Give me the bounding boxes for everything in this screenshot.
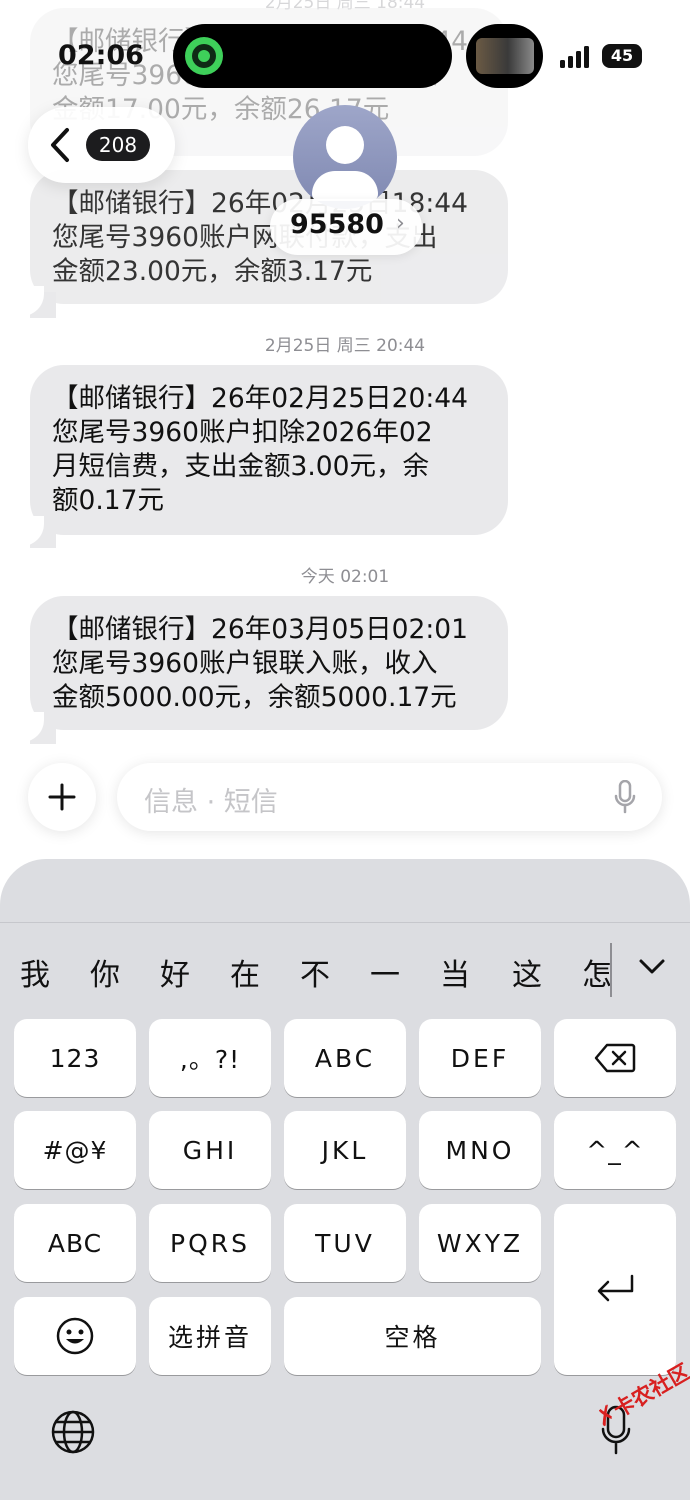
key-pqrs[interactable]: PQRS <box>149 1204 271 1282</box>
contact-name-button[interactable]: 95580 › <box>270 199 422 255</box>
message-line: 金额23.00元，余额3.17元 <box>52 256 373 287</box>
battery-icon: 45 <box>602 44 642 68</box>
message-line: 您尾号3960账户扣除2026年02 <box>52 417 433 448</box>
key-mno[interactable]: MNO <box>419 1111 541 1189</box>
activity-thumbnail[interactable] <box>466 24 543 88</box>
message-line: 【邮储银行】26年02月25日18:44 <box>52 188 469 219</box>
backspace-icon <box>594 1043 636 1073</box>
key-tuv[interactable]: TUV <box>284 1204 406 1282</box>
bubble-tail <box>18 286 56 318</box>
emoji-key[interactable] <box>14 1297 136 1375</box>
message-input[interactable]: 信息 · 短信 <box>117 763 662 831</box>
candidate-word[interactable]: 怎 <box>582 950 612 994</box>
key-abc[interactable]: ABC <box>284 1019 406 1097</box>
candidate-word[interactable]: 不 <box>300 950 330 994</box>
candidate-word[interactable]: 好 <box>160 950 190 994</box>
message-line: 额0.17元 <box>52 485 165 516</box>
candidate-word[interactable]: 当 <box>440 950 470 994</box>
back-button[interactable]: 208 <box>28 107 175 183</box>
message-bubble[interactable]: 【邮储银行】26年02月25日20:44 您尾号3960账户扣除2026年02 … <box>30 365 508 535</box>
candidate-word[interactable]: 你 <box>90 950 120 994</box>
candidate-word[interactable]: 在 <box>230 950 260 994</box>
add-attachment-button[interactable] <box>28 763 96 831</box>
key-def[interactable]: DEF <box>419 1019 541 1097</box>
chevron-right-icon: › <box>396 211 405 236</box>
return-icon <box>597 1274 634 1301</box>
unread-count-badge: 208 <box>86 129 150 161</box>
cellular-signal-icon <box>560 46 590 68</box>
plus-icon <box>48 783 76 811</box>
select-pinyin-key[interactable]: 选拼音 <box>149 1297 271 1375</box>
message-bubble[interactable]: 【邮储银行】26年02月25日18:44 您尾号3960账户网联付款，支出 金额… <box>30 170 508 304</box>
message-line: 【邮储银行】26年02月25日20:44 <box>52 383 469 414</box>
candidate-word[interactable]: 我 <box>20 950 50 994</box>
key-wxyz[interactable]: WXYZ <box>419 1204 541 1282</box>
numbers-key[interactable]: 123 <box>14 1019 136 1097</box>
english-mode-key[interactable]: ABC <box>14 1204 136 1282</box>
person-icon <box>326 126 364 164</box>
bubble-tail <box>18 516 56 548</box>
media-thumbnail-icon <box>476 38 534 74</box>
key-ghi[interactable]: GHI <box>149 1111 271 1189</box>
delete-key[interactable] <box>554 1019 676 1097</box>
contact-name: 95580 <box>290 209 384 240</box>
chevron-down-icon[interactable] <box>638 958 666 976</box>
return-key[interactable] <box>554 1204 676 1375</box>
avatar[interactable] <box>293 105 397 209</box>
dynamic-island[interactable] <box>173 24 452 88</box>
smiley-icon <box>56 1317 94 1355</box>
call-activity-icon <box>185 37 223 75</box>
divider <box>0 922 690 923</box>
timestamp: 2月25日 周三 20:44 <box>264 336 426 356</box>
message-line: 【邮储银行】26年03月05日02:01 <box>52 614 469 645</box>
message-line: 金额5000.00元，余额5000.17元 <box>52 682 457 713</box>
globe-icon[interactable] <box>50 1409 96 1455</box>
key-jkl[interactable]: JKL <box>284 1111 406 1189</box>
microphone-icon[interactable] <box>613 780 637 814</box>
chevron-left-icon <box>48 127 72 163</box>
emoticon-key[interactable]: ^_^ <box>554 1111 676 1189</box>
status-time: 02:06 <box>58 40 144 71</box>
bubble-tail <box>18 712 56 744</box>
message-line: 您尾号3960账户银联入账，收入 <box>52 648 438 679</box>
candidate-word[interactable]: 这 <box>512 950 542 994</box>
message-line: 月短信费，支出金额3.00元，余 <box>52 451 430 482</box>
candidate-word[interactable]: 一 <box>370 950 400 994</box>
punctuation-key[interactable]: ,。?! <box>149 1019 271 1097</box>
space-key[interactable]: 空格 <box>284 1297 541 1375</box>
symbols-key[interactable]: #@¥ <box>14 1111 136 1189</box>
message-input-placeholder: 信息 · 短信 <box>144 787 278 818</box>
candidate-divider <box>610 943 612 997</box>
timestamp: 今天 02:01 <box>300 567 390 587</box>
message-bubble[interactable]: 【邮储银行】26年03月05日02:01 您尾号3960账户银联入账，收入 金额… <box>30 596 508 730</box>
